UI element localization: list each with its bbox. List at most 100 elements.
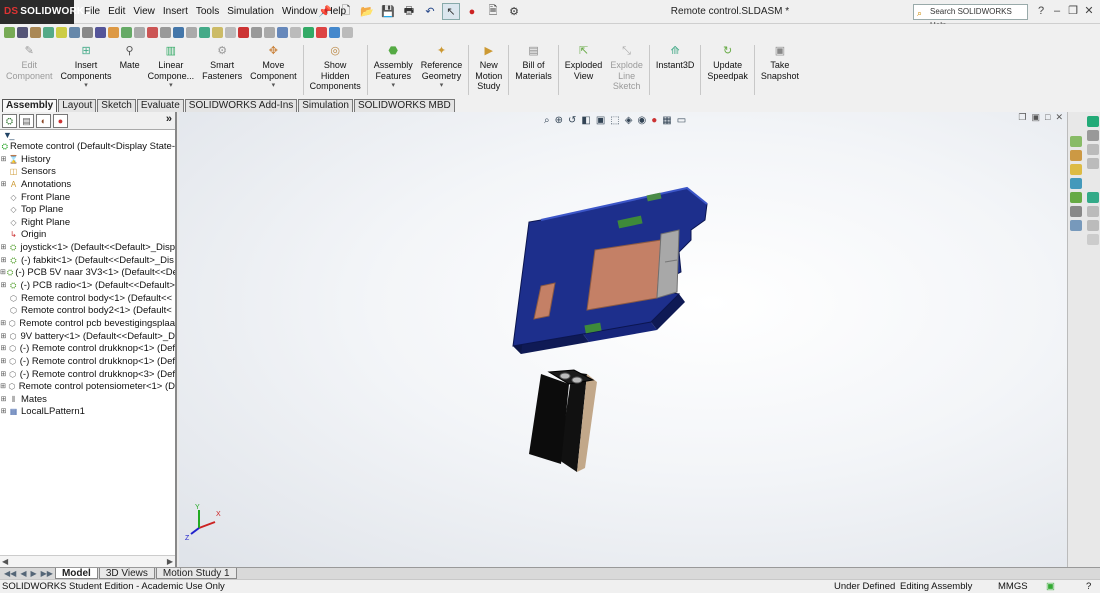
toolbar-icon[interactable] <box>134 27 145 38</box>
undo-icon[interactable]: ↶ <box>421 3 439 20</box>
explode-line-sketch-button[interactable]: ⤡ Explode Line Sketch <box>606 41 647 99</box>
menu-edit[interactable]: Edit <box>104 0 129 24</box>
horizontal-scrollbar[interactable]: ◀ ▶ <box>0 555 175 567</box>
linear-pattern-button[interactable]: ▥ Linear Compone... ▾ <box>144 41 199 99</box>
expand-icon[interactable]: ⊞ <box>0 343 7 356</box>
scene-icon[interactable] <box>1087 220 1099 231</box>
tree-node[interactable]: ⛭ Remote control (Default<Display State- <box>0 141 175 154</box>
tab-add-ins[interactable]: SOLIDWORKS Add-Ins <box>184 99 298 112</box>
expand-icon[interactable]: ⊞ <box>0 356 7 369</box>
toolbar-icon[interactable] <box>238 27 249 38</box>
tree-node[interactable]: ⊞ ⌛ History <box>0 154 175 167</box>
search-input[interactable]: ⌕ Search SOLIDWORKS Help <box>913 4 1028 30</box>
toolbar-icon[interactable] <box>225 27 236 38</box>
toolbar-icon[interactable] <box>277 27 288 38</box>
toolbar-icon[interactable] <box>95 27 106 38</box>
rebuild-icon[interactable]: ● <box>463 3 481 20</box>
scroll-left-icon[interactable]: ◀ <box>2 556 8 567</box>
tree-node[interactable]: ⊞ A Annotations <box>0 179 175 192</box>
bill-of-materials-button[interactable]: ▤ Bill of Materials <box>511 41 556 99</box>
dropdown-arrow-icon[interactable]: ▾ <box>391 81 395 92</box>
restore-icon[interactable]: ❐ <box>1066 2 1080 20</box>
menu-window[interactable]: Window <box>278 0 322 24</box>
tree-node[interactable]: ⊞ ⬡ (-) Remote control drukknop<1> (Def <box>0 343 175 356</box>
toolbar-icon[interactable] <box>186 27 197 38</box>
dropdown-arrow-icon[interactable]: ▾ <box>440 81 444 92</box>
pin-icon[interactable]: 📌 <box>316 3 334 20</box>
first-tab-icon[interactable]: ◀◀ <box>2 568 18 579</box>
close-icon[interactable]: ✕ <box>1082 2 1096 20</box>
display-manager-tab-icon[interactable]: ● <box>53 114 68 128</box>
toolbar-icon[interactable] <box>290 27 301 38</box>
toolbar-icon[interactable] <box>342 27 353 38</box>
toolbar-icon[interactable] <box>17 27 28 38</box>
take-snapshot-button[interactable]: ▣ Take Snapshot <box>757 41 803 99</box>
appearances-icon[interactable] <box>1070 136 1082 147</box>
menu-view[interactable]: View <box>129 0 159 24</box>
toolbar-icon[interactable] <box>212 27 223 38</box>
toolbar-icon[interactable] <box>329 27 340 38</box>
next-tab-icon[interactable]: ▶ <box>28 568 38 579</box>
tab-assembly[interactable]: Assembly <box>2 99 58 112</box>
edit-component-button[interactable]: ✎ Edit Component <box>2 41 57 99</box>
tree-node[interactable]: ⊞ ⬡ Remote control potensiometer<1> (D <box>0 381 175 394</box>
tree-node[interactable]: ⊞ ⛭ joystick<1> (Default<<Default>_Disp <box>0 242 175 255</box>
expand-icon[interactable]: ⊞ <box>0 369 7 382</box>
toolbar-icon[interactable] <box>121 27 132 38</box>
folder-icon[interactable] <box>1070 164 1082 175</box>
menu-insert[interactable]: Insert <box>159 0 192 24</box>
help-status-icon[interactable]: ? <box>1086 580 1091 593</box>
toolbar-icon[interactable] <box>82 27 93 38</box>
tree-node[interactable]: ◇ Front Plane <box>0 192 175 205</box>
graphics-area[interactable]: ⌕ ⊕ ↺ ◧ ▣ ⬚ ◈ ◉ ● ▦ ▭ ❐ ▣ □ ✕ X Y Z <box>179 112 1067 567</box>
expand-icon[interactable]: ⊞ <box>0 381 6 394</box>
table-icon[interactable] <box>1070 220 1082 231</box>
tab-3d-views[interactable]: 3D Views <box>98 568 155 579</box>
units-selector[interactable]: MMGS <box>998 580 1028 593</box>
dropdown-arrow-icon[interactable]: ▾ <box>169 81 173 92</box>
toolbar-icon[interactable] <box>4 27 15 38</box>
expand-icon[interactable]: ⊞ <box>0 280 7 293</box>
tree-node[interactable]: ◫ Sensors <box>0 166 175 179</box>
expand-panel-icon[interactable]: » <box>166 113 172 125</box>
save-icon[interactable]: 💾 <box>379 3 397 20</box>
instant3d-button[interactable]: ⟰ Instant3D <box>652 41 699 99</box>
design-library-icon[interactable] <box>1087 130 1099 141</box>
tab-sketch[interactable]: Sketch <box>97 99 136 112</box>
toolbar-icon[interactable] <box>264 27 275 38</box>
file-explorer-icon[interactable] <box>1087 144 1099 155</box>
help-pane-icon[interactable] <box>1087 206 1099 217</box>
expand-icon[interactable]: ⊞ <box>0 154 7 167</box>
toolbar-icon[interactable] <box>316 27 327 38</box>
menu-file[interactable]: File <box>80 0 104 24</box>
tree-node[interactable]: ⊞ ⬡ (-) Remote control drukknop<3> (Def <box>0 369 175 382</box>
tree-node[interactable]: ⬡ Remote control body2<1> (Default< <box>0 305 175 318</box>
tab-layout[interactable]: Layout <box>58 99 97 112</box>
solidworks-logo[interactable]: DS SOLIDWORKS <box>0 0 91 24</box>
tree-node[interactable]: ◇ Right Plane <box>0 217 175 230</box>
expand-icon[interactable]: ⊞ <box>0 406 7 419</box>
toolbar-icon[interactable] <box>160 27 171 38</box>
new-document-icon[interactable]: 🗋 <box>337 3 355 20</box>
expand-icon[interactable]: ⊞ <box>0 179 7 192</box>
expand-icon[interactable]: ⊞ <box>0 255 7 268</box>
toolbar-icon[interactable] <box>173 27 184 38</box>
previous-tab-icon[interactable]: ◀ <box>18 568 28 579</box>
filter-icon[interactable]: ▼̲ <box>0 130 175 141</box>
new-motion-study-button[interactable]: ▶ New Motion Study <box>471 41 506 99</box>
dropdown-arrow-icon[interactable]: ▾ <box>84 81 88 92</box>
assembly-features-button[interactable]: ⬣ Assembly Features ▾ <box>370 41 417 99</box>
menu-tools[interactable]: Tools <box>192 0 223 24</box>
tab-simulation[interactable]: Simulation <box>298 99 353 112</box>
solidworks-resources-icon[interactable] <box>1087 116 1099 127</box>
minimize-icon[interactable]: – <box>1050 2 1064 20</box>
expand-icon[interactable]: ⊞ <box>0 267 6 280</box>
tree-node[interactable]: ⊞ ⛭ (-) fabkit<1> (Default<<Default>_Dis <box>0 255 175 268</box>
file-properties-icon[interactable]: 🗎 <box>484 3 502 20</box>
configuration-tab-icon[interactable]: ◐ <box>36 114 51 128</box>
update-speedpak-button[interactable]: ↻ Update Speedpak <box>703 41 752 99</box>
toolbar-icon[interactable] <box>56 27 67 38</box>
insert-components-button[interactable]: ⊞ Insert Components ▾ <box>57 41 116 99</box>
view-palette-icon[interactable] <box>1087 158 1099 169</box>
tree-node[interactable]: ⬡ Remote control body<1> (Default<< <box>0 293 175 306</box>
